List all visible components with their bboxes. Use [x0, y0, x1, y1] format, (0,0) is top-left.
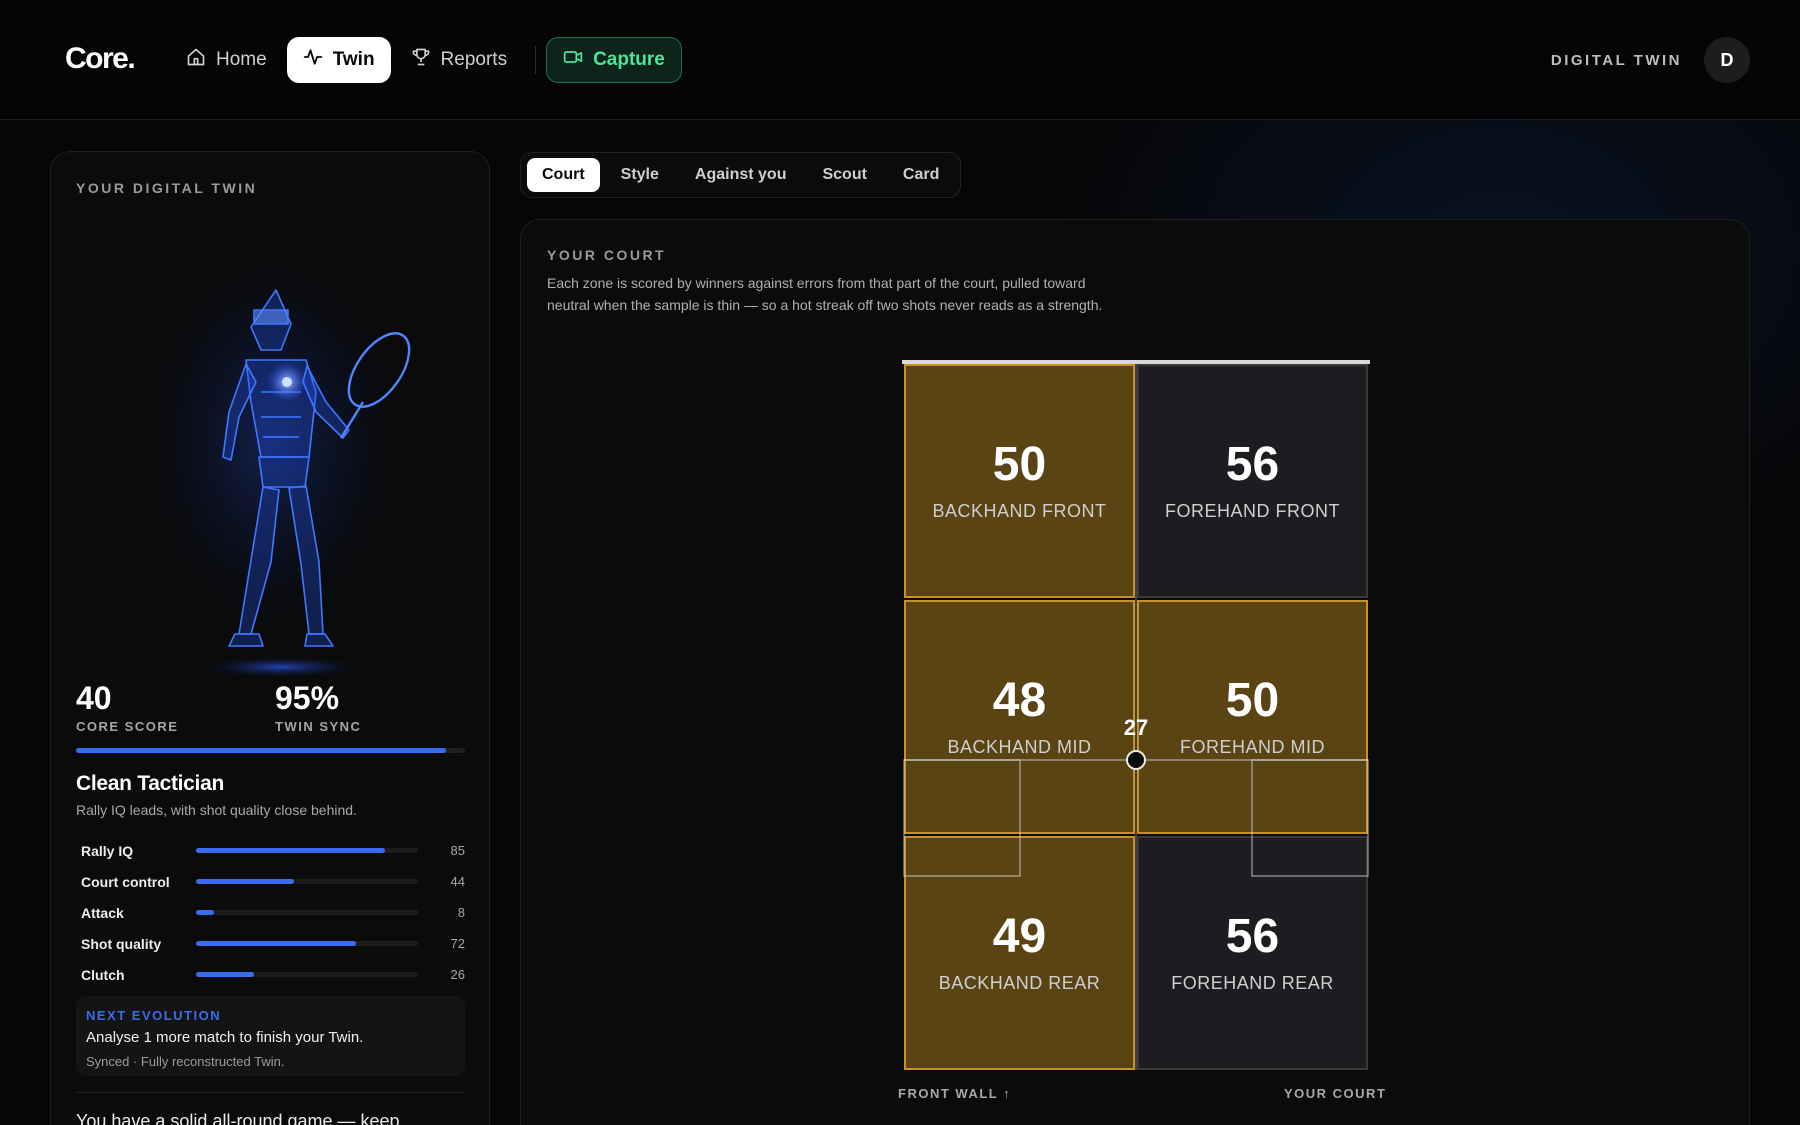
- capture-button[interactable]: Capture: [546, 37, 682, 83]
- zone-score: 56: [1225, 909, 1280, 963]
- attribute-row: Rally IQ 85: [81, 835, 465, 866]
- archetype-title: Clean Tactician: [76, 772, 224, 795]
- attribute-bar: [196, 972, 418, 977]
- next-evolution-message: Analyse 1 more match to finish your Twin…: [86, 1029, 364, 1046]
- attribute-bar: [196, 910, 418, 915]
- zone-score: 50: [992, 437, 1047, 491]
- attribute-bar-fill: [196, 910, 214, 915]
- court-title: YOUR COURT: [547, 247, 667, 263]
- twin-figure: [111, 242, 431, 682]
- attribute-name: Shot quality: [81, 935, 162, 952]
- zone-score: 49: [992, 909, 1047, 963]
- next-evolution-status: Synced · Fully reconstructed Twin.: [86, 1054, 285, 1069]
- twin-sync-value: 95%: [275, 680, 340, 716]
- nav-home-label: Home: [216, 49, 267, 70]
- main-nav: Home Twin Reports Capture: [170, 37, 686, 83]
- player-hologram-icon: [131, 252, 411, 679]
- twin-sync-progress-fill: [76, 748, 446, 753]
- zone-name: FOREHAND MID: [1180, 736, 1325, 757]
- home-icon: [186, 47, 206, 73]
- app-logo[interactable]: Core.: [65, 42, 136, 76]
- pulse-icon: [303, 47, 323, 73]
- zone-backhand-rear[interactable]: 49 BACKHAND REAR: [904, 836, 1135, 1070]
- player-position-marker[interactable]: [1126, 750, 1146, 770]
- attribute-bar-fill: [196, 848, 385, 853]
- zone-backhand-mid[interactable]: 48 BACKHAND MID: [904, 600, 1135, 834]
- header-right: DIGITAL TWIN D: [1551, 37, 1750, 83]
- attribute-bar-fill: [196, 972, 254, 977]
- tab-scout[interactable]: Scout: [807, 158, 881, 192]
- zone-backhand-front[interactable]: 50 BACKHAND FRONT: [904, 364, 1135, 598]
- nav-twin[interactable]: Twin: [286, 37, 391, 83]
- tab-against-you[interactable]: Against you: [680, 158, 802, 192]
- divider: [76, 1092, 465, 1093]
- nav-reports[interactable]: Reports: [395, 37, 524, 83]
- attribute-name: Attack: [81, 904, 124, 921]
- next-evolution-title: NEXT EVOLUTION: [86, 1008, 222, 1023]
- tab-style[interactable]: Style: [606, 158, 674, 192]
- zone-forehand-front[interactable]: 56 FOREHAND FRONT: [1137, 364, 1368, 598]
- core-score-value: 40: [76, 680, 112, 716]
- nav-divider: [535, 46, 537, 74]
- capture-label: Capture: [593, 49, 665, 70]
- front-wall-label: FRONT WALL ↑: [898, 1086, 1012, 1101]
- zone-forehand-rear[interactable]: 56 FOREHAND REAR: [1137, 836, 1368, 1070]
- archetype-subtitle: Rally IQ leads, with shot quality close …: [76, 802, 357, 818]
- attribute-row: Attack 8: [81, 897, 465, 928]
- court-panel: YOUR COURT Each zone is scored by winner…: [520, 219, 1750, 1125]
- attribute-bar-fill: [196, 941, 356, 946]
- nav-reports-label: Reports: [440, 49, 508, 70]
- attribute-value: 8: [457, 905, 465, 920]
- twin-sync-progress: [76, 748, 465, 753]
- zone-forehand-mid[interactable]: 50 FOREHAND MID: [1137, 600, 1368, 834]
- zone-name: FOREHAND FRONT: [1165, 500, 1340, 521]
- attribute-bar-fill: [196, 879, 294, 884]
- player-position-label: 27: [1123, 715, 1149, 740]
- twin-section-title: YOUR DIGITAL TWIN: [76, 180, 258, 196]
- zone-score: 56: [1225, 437, 1280, 491]
- attribute-name: Clutch: [81, 966, 125, 983]
- zone-name: BACKHAND REAR: [938, 972, 1101, 993]
- attribute-bar: [196, 879, 418, 884]
- header-title: DIGITAL TWIN: [1550, 51, 1682, 69]
- attribute-row: Court control 44: [81, 866, 465, 897]
- attribute-name: Rally IQ: [81, 842, 134, 859]
- zone-name: BACKHAND FRONT: [932, 500, 1107, 521]
- court-map: 50 BACKHAND FRONT 56 FOREHAND FRONT 48 BACKHA…: [902, 360, 1370, 1072]
- your-court-label: YOUR COURT: [1284, 1086, 1387, 1101]
- trophy-icon: [411, 47, 431, 73]
- zone-name: BACKHAND MID: [947, 736, 1092, 757]
- view-tabs: Court Style Against you Scout Card: [520, 152, 962, 198]
- twin-summary-text: You have a solid all-round game — keep: [76, 1111, 400, 1125]
- attribute-row: Clutch 26: [81, 959, 465, 990]
- nav-twin-label: Twin: [332, 49, 375, 70]
- attribute-bar: [196, 941, 418, 946]
- attribute-value: 26: [450, 967, 465, 982]
- twin-sync-label: TWIN SYNC: [275, 719, 362, 734]
- nav-home[interactable]: Home: [170, 37, 283, 83]
- zone-score: 48: [992, 673, 1047, 727]
- zone-name: FOREHAND REAR: [1171, 972, 1334, 993]
- twin-sync-stat: 95% TWIN SYNC: [275, 680, 361, 734]
- next-evolution-card: NEXT EVOLUTION Analyse 1 more match to f…: [76, 996, 465, 1076]
- tab-card[interactable]: Card: [888, 158, 954, 192]
- attribute-value: 85: [450, 843, 465, 858]
- court-description: Each zone is scored by winners against e…: [547, 275, 1103, 313]
- zone-score: 50: [1225, 673, 1280, 727]
- attribute-name: Court control: [81, 873, 170, 890]
- tab-court[interactable]: Court: [527, 158, 600, 192]
- attribute-bar: [196, 848, 418, 853]
- core-score-stat: 40 CORE SCORE: [76, 680, 178, 734]
- digital-twin-panel: YOUR DIGITAL TWIN 40 CORE SCORE 95% TWIN…: [50, 151, 490, 1125]
- avatar[interactable]: D: [1704, 37, 1750, 83]
- core-score-label: CORE SCORE: [76, 719, 179, 734]
- video-camera-icon: [563, 47, 583, 73]
- attribute-list: Rally IQ 85 Court control 44 Attack 8 Shot qua…: [81, 835, 465, 990]
- attribute-row: Shot quality 72: [81, 928, 465, 959]
- attribute-value: 44: [450, 874, 465, 889]
- attribute-value: 72: [450, 936, 465, 951]
- top-bar: Core. Home Twin Reports Capture DIGITAL …: [0, 0, 1800, 120]
